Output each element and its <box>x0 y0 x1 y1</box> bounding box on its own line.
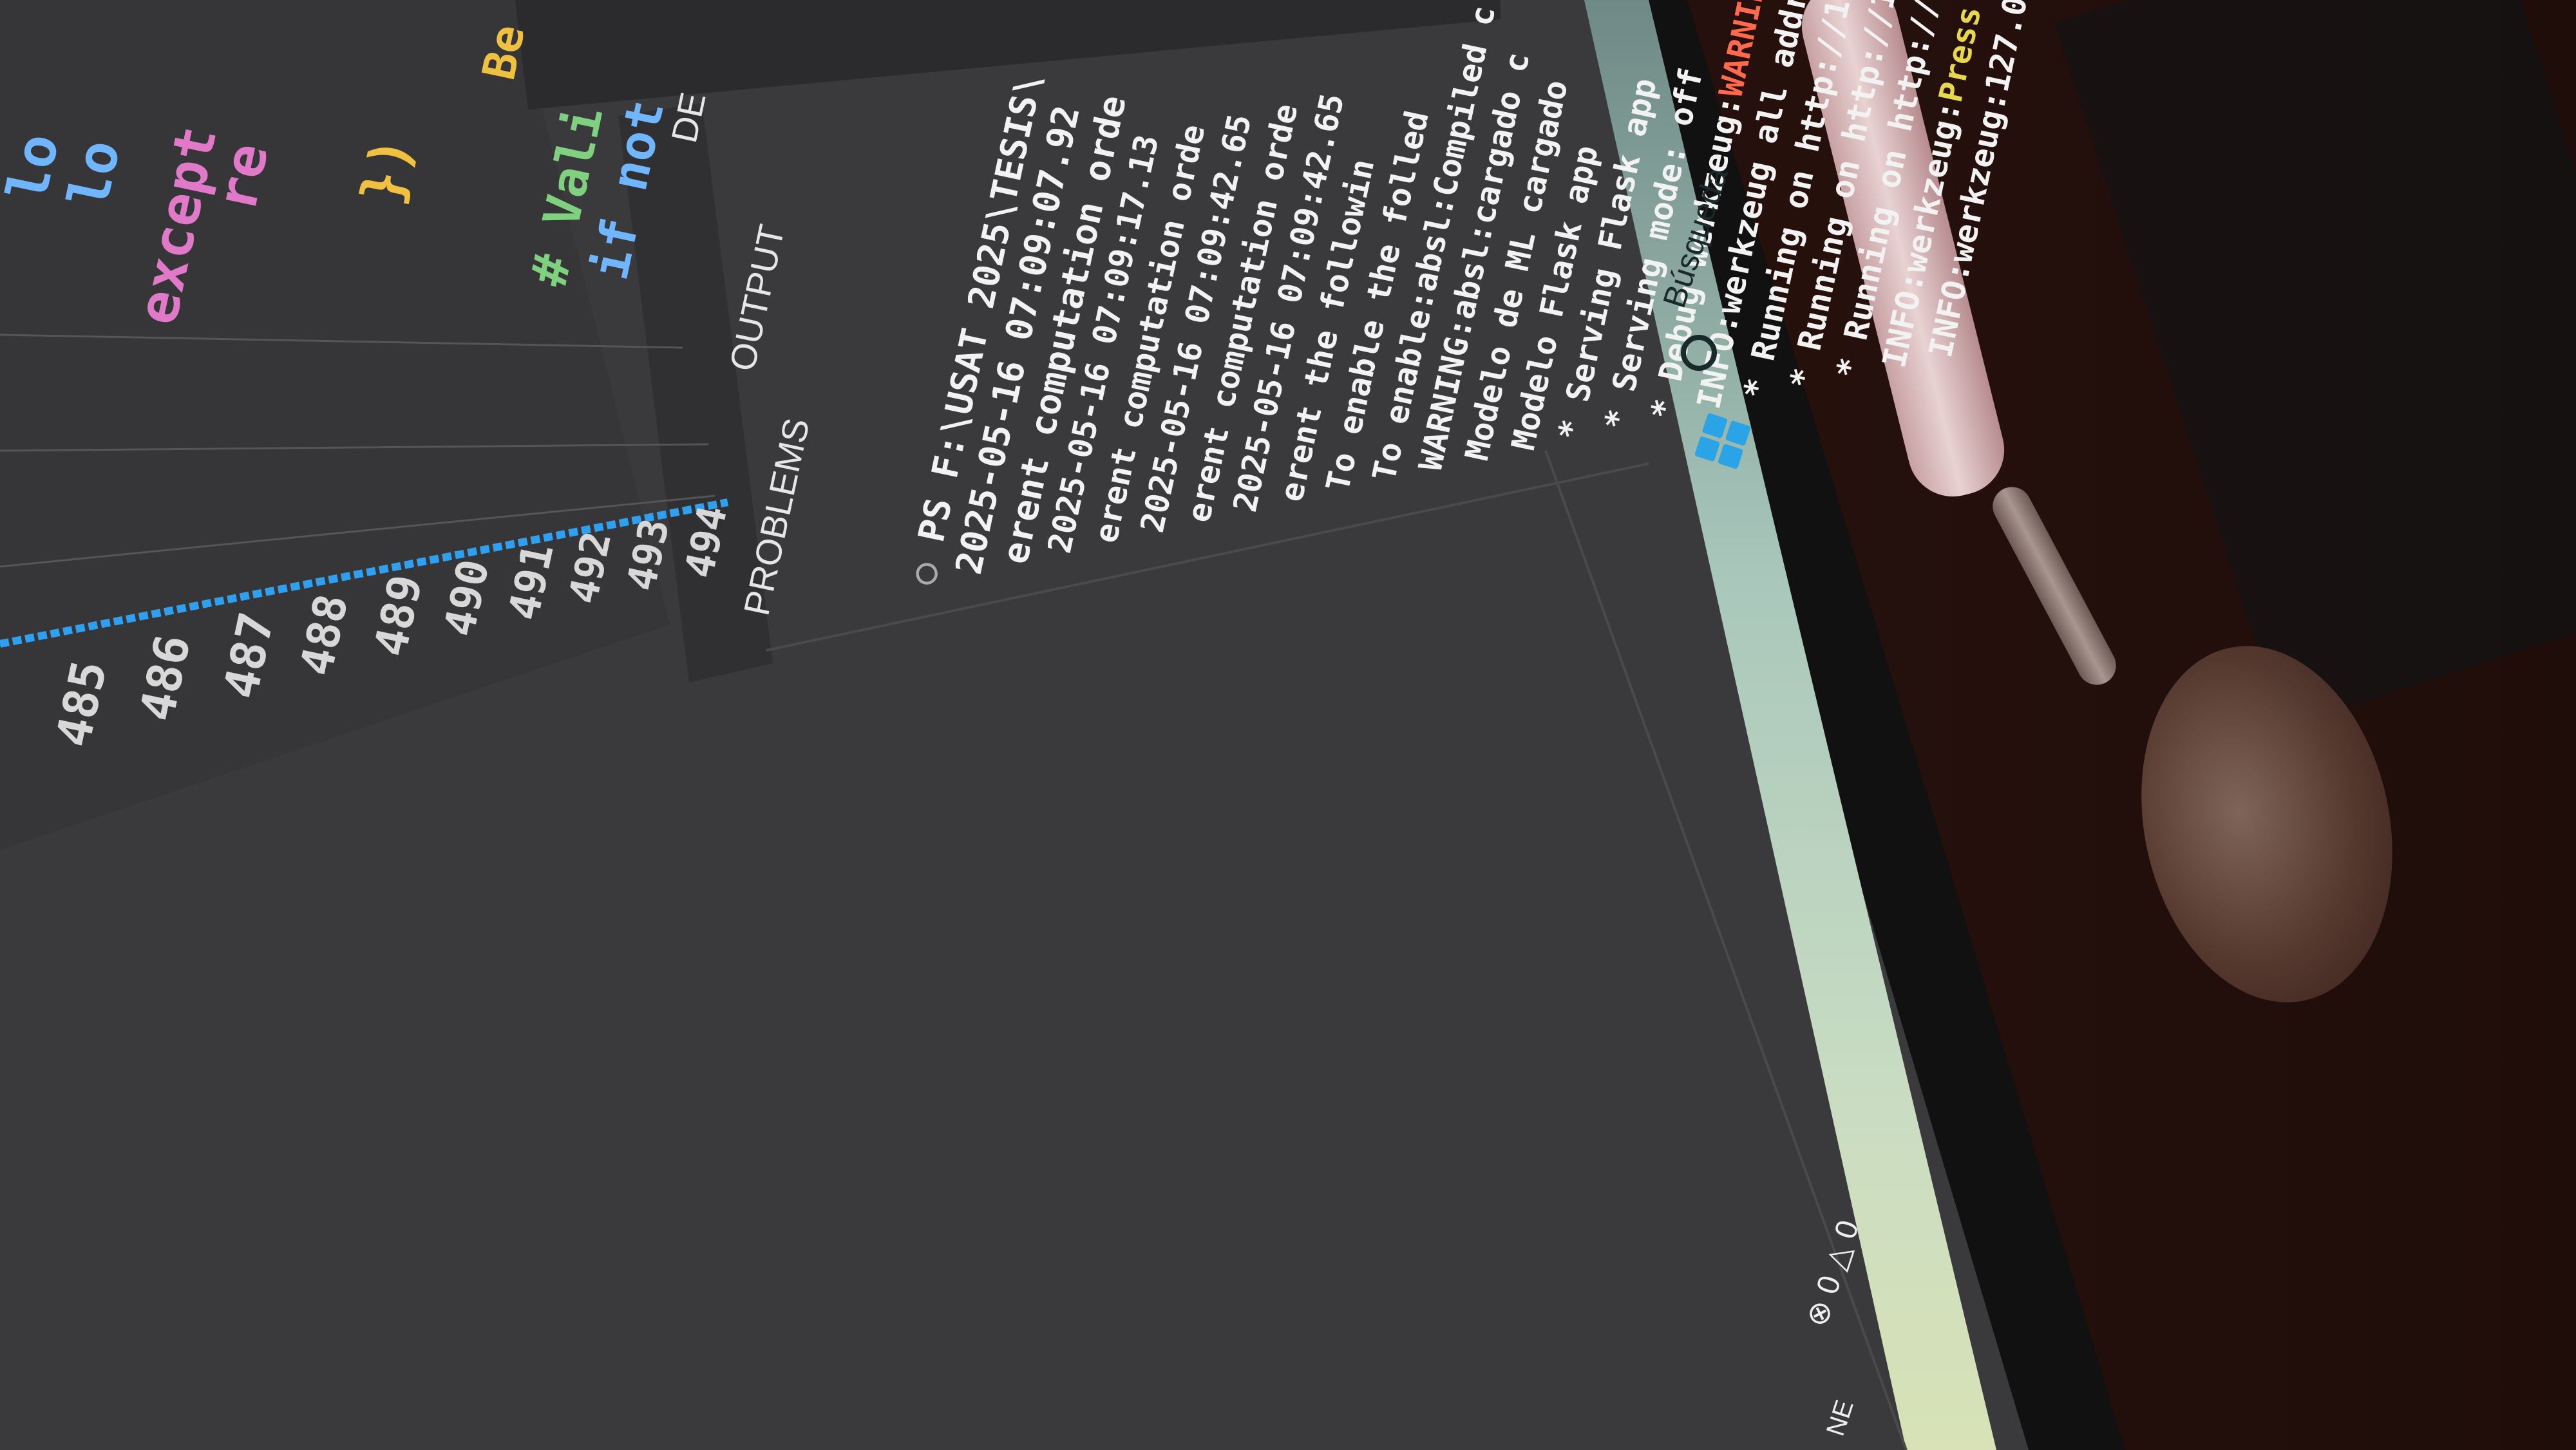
error-count: 0 <box>1810 1271 1848 1299</box>
editor-region <box>0 0 670 850</box>
search-icon[interactable] <box>1681 335 1717 371</box>
screen-overlay <box>0 0 1908 1450</box>
panel-border <box>1544 450 1908 1450</box>
photo-scene: 485 486 487 488 489 490 491 492 493 494 … <box>0 0 2576 1450</box>
warning-icon[interactable]: △ <box>1818 1241 1858 1274</box>
terminal-region <box>612 0 1649 650</box>
